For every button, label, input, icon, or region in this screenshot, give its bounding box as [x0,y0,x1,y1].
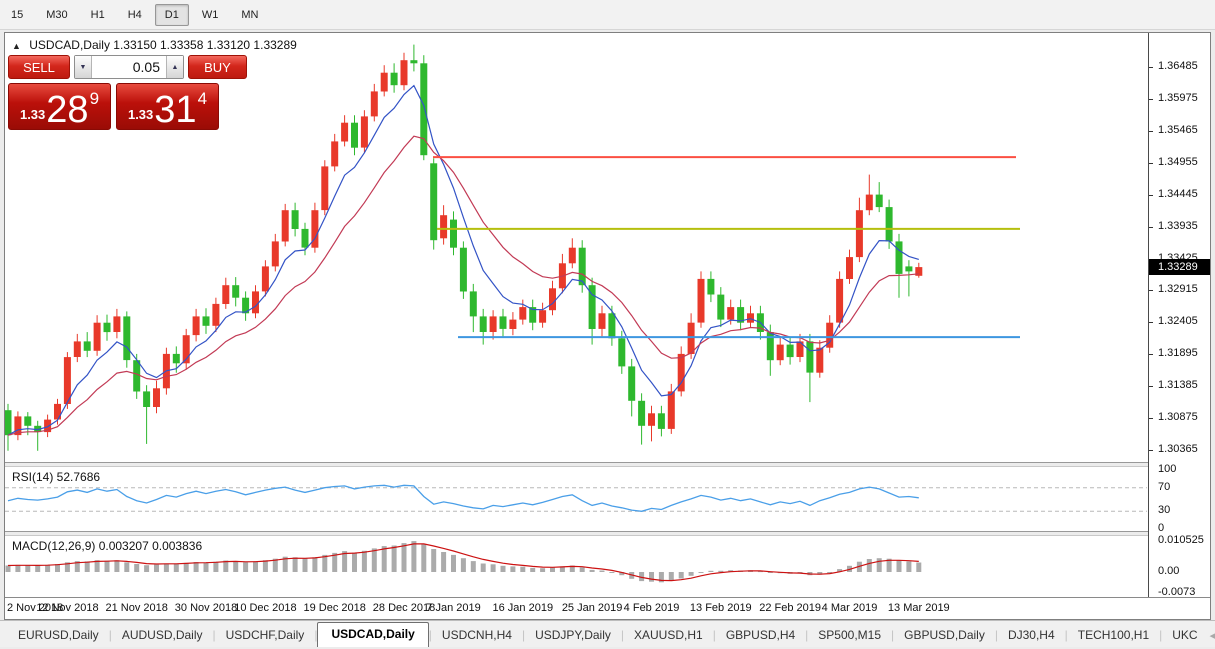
chart-tab-TECH100-H1[interactable]: TECH100,H1 [1068,624,1159,647]
chart-tab-USDCAD-Daily[interactable]: USDCAD,Daily [317,622,428,647]
date-tick-label: 13 Feb 2019 [690,602,752,614]
rsi-axis-label: 100 [1149,463,1210,475]
rsi-label: RSI(14) 52.7686 [12,470,100,484]
tab-scroll-buttons: ◄► [1208,631,1215,647]
price-tick-label: 1.35465 [1149,124,1210,136]
date-tick-label: 10 Dec 2018 [234,602,296,614]
chart-tab-XAUUSD-H1[interactable]: XAUUSD,H1 [624,624,713,647]
date-tick-label: 4 Mar 2019 [822,602,878,614]
sell-price-sup: 9 [90,89,99,109]
date-tick-label: 4 Feb 2019 [624,602,680,614]
price-tick-label: 1.34445 [1149,188,1210,200]
sell-price-box[interactable]: 1.33289 [8,83,111,130]
chart-rsi-splitter[interactable] [5,462,1210,467]
timeframe-button-H4[interactable]: H4 [118,4,152,26]
macd-label: MACD(12,26,9) 0.003207 0.003836 [12,539,202,553]
buy-button[interactable]: BUY [188,55,247,79]
price-tick-label: 1.34955 [1149,156,1210,168]
chart-tab-DJ30-H4[interactable]: DJ30,H4 [998,624,1065,647]
timeframe-button-MN[interactable]: MN [231,4,268,26]
date-tick-label: 25 Jan 2019 [562,602,623,614]
buy-price-big: 31 [154,93,196,127]
volume-decrease-button[interactable]: ▼ [75,56,92,78]
volume-increase-button[interactable]: ▲ [166,56,183,78]
rsi-chart [5,468,1147,531]
chart-window: ▲ USDCAD,Daily 1.33150 1.33358 1.33120 1… [4,32,1211,620]
date-tick-label: 13 Mar 2019 [888,602,950,614]
chart-tab-GBPUSD-Daily[interactable]: GBPUSD,Daily [894,624,995,647]
buy-price-prefix: 1.33 [128,107,153,122]
macd-axis-label: -0.0073 [1149,586,1210,598]
date-axis[interactable]: 2 Nov 201812 Nov 201821 Nov 201830 Nov 2… [5,597,1210,619]
tab-scroll-left-icon[interactable]: ◄ [1208,631,1215,642]
chart-tab-SP500-M15[interactable]: SP500,M15 [808,624,891,647]
volume-input[interactable] [92,56,166,78]
timeframe-toolbar: 15M30H1H4D1W1MN [0,0,1215,30]
timeframe-button-M30[interactable]: M30 [36,4,77,26]
chart-tab-AUDUSD-Daily[interactable]: AUDUSD,Daily [112,624,213,647]
current-price-label: 1.33289 [1149,259,1210,275]
date-tick-label: 16 Jan 2019 [493,602,554,614]
macd-axis-label: 0.00 [1149,565,1210,577]
date-tick-label: 30 Nov 2018 [175,602,237,614]
price-axis[interactable]: 1.36485 1.35975 1.35465 1.34955 1.34445 1.339… [1148,33,1210,597]
timeframe-button-D1[interactable]: D1 [155,4,189,26]
price-tick-label: 1.36485 [1149,60,1210,72]
rsi-axis-label: 0 [1149,522,1210,534]
timeframe-button-W1[interactable]: W1 [192,4,229,26]
price-tick-label: 1.35975 [1149,92,1210,104]
chart-tab-GBPUSD-H4[interactable]: GBPUSD,H4 [716,624,805,647]
price-tick-label: 1.33935 [1149,220,1210,232]
macd-axis-label: 0.010525 [1149,534,1210,546]
collapse-trade-panel-icon[interactable]: ▲ [12,41,21,51]
date-tick-label: 19 Dec 2018 [303,602,365,614]
rsi-axis-label: 30 [1149,504,1210,516]
macd-panel[interactable]: MACD(12,26,9) 0.003207 0.003836 [5,537,1147,597]
price-tick-label: 1.31385 [1149,379,1210,391]
price-tick-label: 1.30365 [1149,443,1210,455]
date-tick-label: 12 Nov 2018 [36,602,98,614]
sell-button[interactable]: SELL [8,55,70,79]
rsi-macd-splitter[interactable] [5,531,1210,536]
price-tick-label: 1.32405 [1149,315,1210,327]
timeframe-button-15[interactable]: 15 [1,4,33,26]
chart-header: ▲ USDCAD,Daily 1.33150 1.33358 1.33120 1… [12,38,297,52]
rsi-axis-label: 70 [1149,481,1210,493]
date-tick-label: 21 Nov 2018 [105,602,167,614]
chart-tab-bar: EURUSD,Daily|AUDUSD,Daily|USDCHF,Daily|U… [0,620,1215,647]
volume-stepper: ▼ ▲ [74,55,184,79]
chart-tab-EURUSD-Daily[interactable]: EURUSD,Daily [8,624,109,647]
sell-price-big: 28 [46,93,88,127]
price-tick-label: 1.32915 [1149,283,1210,295]
buy-price-sup: 4 [198,89,207,109]
date-tick-label: 7 Jan 2019 [426,602,480,614]
timeframe-button-H1[interactable]: H1 [81,4,115,26]
sell-price-prefix: 1.33 [20,107,45,122]
one-click-trading-panel: SELL ▼ ▲ BUY 1.33289 1.33314 [8,55,247,130]
buy-price-box[interactable]: 1.33314 [116,83,219,130]
chart-tab-USDCHF-Daily[interactable]: USDCHF,Daily [216,624,315,647]
chart-tab-USDCNH-H4[interactable]: USDCNH,H4 [432,624,522,647]
date-tick-label: 22 Feb 2019 [759,602,821,614]
rsi-panel[interactable]: RSI(14) 52.7686 [5,468,1147,531]
chart-symbol-title: USDCAD,Daily [29,38,110,52]
price-tick-label: 1.31895 [1149,347,1210,359]
chart-tab-USDJPY-Daily[interactable]: USDJPY,Daily [525,624,621,647]
chart-tab-UKC[interactable]: UKC [1162,624,1207,647]
price-tick-label: 1.30875 [1149,411,1210,423]
chart-ohlc-values: 1.33150 1.33358 1.33120 1.33289 [113,38,297,52]
